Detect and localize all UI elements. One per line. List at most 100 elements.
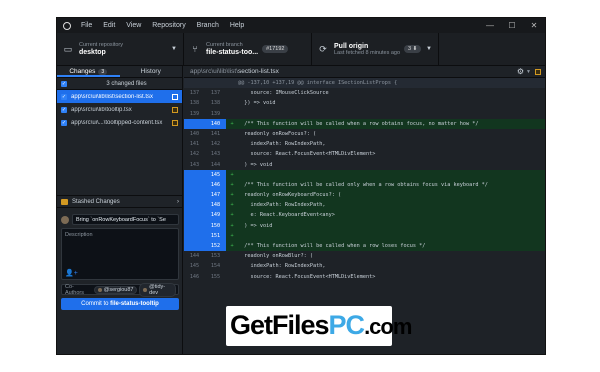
file-list-item[interactable]: ✓ app\src\ui\lib\tooltip.tsx [57,103,182,116]
new-line-number[interactable]: 142 [205,139,226,149]
old-line-number[interactable] [184,169,205,180]
old-line-number[interactable]: 138 [184,98,205,108]
pull-request-badge[interactable]: #17192 [262,45,289,53]
added-marker-icon: + [230,222,234,229]
menu-file[interactable]: File [81,22,92,29]
diff-line[interactable] [184,282,545,292]
file-list-item[interactable]: ✓ app\src\ui\lib\list\section-list.tsx [57,90,182,103]
diff-line[interactable]: 146 155 source: React.FocusEvent<HTMLDivE… [184,272,545,282]
diff-line[interactable]: 143 144 ) => void [184,160,545,170]
new-line-number[interactable] [205,78,226,89]
old-line-number[interactable]: 144 [184,251,205,261]
diff-line[interactable]: 138 138 }) => void [184,98,545,108]
diff-line[interactable]: 141 142 indexPath: RowIndexPath, [184,139,545,149]
diff-line[interactable]: 149 + e: React.KeyboardEvent<any> [184,210,545,221]
maximize-icon[interactable]: ☐ [501,21,523,30]
diff-line[interactable]: 150 + ) => void [184,220,545,231]
file-checkbox[interactable]: ✓ [61,106,67,113]
coauthors-field[interactable]: Co-Authors @sergiou87 @tidy-dev [61,282,179,297]
old-line-number[interactable]: 142 [184,149,205,159]
close-icon[interactable]: ✕ [523,21,545,30]
new-line-number[interactable]: 155 [205,272,226,282]
menu-repository[interactable]: Repository [152,22,185,29]
diff-line[interactable]: 139 139 [184,109,545,119]
new-line-number[interactable]: 143 [205,149,226,159]
commit-description-input[interactable]: Description 👤+ [61,228,179,280]
menu-branch[interactable]: Branch [197,22,219,29]
select-all-checkbox[interactable]: ✓ [61,80,67,87]
old-line-number[interactable] [184,200,205,211]
toolbar: ▭ Current repository desktop ▼ ⑂ Current… [57,33,545,66]
old-line-number[interactable]: 139 [184,109,205,119]
new-line-number[interactable]: 145 [205,169,226,180]
diff-line[interactable]: 137 137 source: IMouseClickSource [184,88,545,98]
diff-line[interactable]: 145 154 indexPath: RowIndexPath, [184,261,545,271]
new-line-number[interactable]: 148 [205,200,226,211]
new-line-number[interactable]: 152 [205,241,226,252]
coauthor-tag[interactable]: @sergiou87 [93,285,138,294]
new-line-number[interactable] [205,282,226,292]
commit-summary-input[interactable]: Bring `onRowKeyboardFocus` to `Se [72,214,179,225]
diff-line[interactable]: 152 + /** This function will be called wh… [184,241,545,252]
diff-line[interactable]: @@ -137,10 +137,19 @@ interface ISection… [184,78,545,89]
diff-line[interactable]: 140 + /** This function will be called wh… [184,118,545,129]
old-line-number[interactable] [184,78,205,89]
old-line-number[interactable] [184,190,205,201]
file-checkbox[interactable]: ✓ [61,119,67,126]
diff-line[interactable]: 146 + /** This function will be called on… [184,179,545,191]
old-line-number[interactable]: 145 [184,261,205,271]
file-list-item[interactable]: ✓ app\src\ui\...\tooltipped-content.tsx [57,116,182,129]
menu-edit[interactable]: Edit [103,22,115,29]
new-line-number[interactable]: 137 [205,88,226,98]
old-line-number[interactable]: 140 [184,129,205,139]
diff-line[interactable]: 147 + readonly onRowKeyboardFocus?: ( [184,190,545,201]
old-line-number[interactable] [184,210,205,221]
new-line-number[interactable]: 141 [205,129,226,139]
tab-changes[interactable]: Changes 3 [57,66,120,77]
chevron-down-icon[interactable]: ▼ [526,69,531,75]
diff-code: source: IMouseClickSource [238,90,329,97]
diff-line[interactable]: 145 + [184,169,545,180]
menu-view[interactable]: View [126,22,141,29]
diff-line[interactable]: 151 + [184,230,545,241]
current-repository-button[interactable]: ▭ Current repository desktop ▼ [57,33,184,65]
minimize-icon[interactable]: — [479,21,501,30]
file-checkbox[interactable]: ✓ [61,93,67,100]
menu-help[interactable]: Help [230,22,244,29]
old-line-number[interactable] [184,282,205,292]
diff-line[interactable]: 144 153 readonly onRowBlur?: ( [184,251,545,261]
gear-icon[interactable]: ⚙ [517,67,524,76]
new-line-number[interactable]: 151 [205,230,226,241]
old-line-number[interactable] [184,118,205,129]
new-line-number[interactable]: 150 [205,220,226,231]
diff-line[interactable]: 140 141 readonly onRowFocus?: ( [184,129,545,139]
old-line-number[interactable]: 143 [184,160,205,170]
chevron-down-icon[interactable]: ▼ [422,46,432,52]
old-line-number[interactable]: 137 [184,88,205,98]
new-line-number[interactable]: 140 [205,118,226,129]
added-marker-icon: + [230,243,234,249]
tab-history[interactable]: History [120,66,183,77]
stashed-changes-button[interactable]: Stashed Changes › [57,195,183,208]
diff-line[interactable]: 142 143 source: React.FocusEvent<HTMLDivE… [184,149,545,159]
new-line-number[interactable]: 139 [205,109,226,119]
pull-origin-button[interactable]: ⟳ Pull origin Last fetched 8 minutes ago… [312,33,439,65]
old-line-number[interactable] [184,230,205,241]
old-line-number[interactable] [184,241,205,252]
new-line-number[interactable]: 149 [205,210,226,221]
new-line-number[interactable]: 138 [205,98,226,108]
new-line-number[interactable]: 147 [205,190,226,201]
old-line-number[interactable]: 146 [184,272,205,282]
old-line-number[interactable]: 141 [184,139,205,149]
commit-button[interactable]: Commit to file-status-tooltip [61,298,179,310]
add-coauthor-icon[interactable]: 👤+ [65,269,78,277]
old-line-number[interactable] [184,179,205,191]
old-line-number[interactable] [184,220,205,231]
new-line-number[interactable]: 153 [205,251,226,261]
new-line-number[interactable]: 146 [205,179,226,191]
current-branch-button[interactable]: ⑂ Current branch file-status-too... #171… [184,33,312,65]
diff-line[interactable]: 148 + indexPath: RowIndexPath, [184,200,545,211]
coauthor-tag[interactable]: @tidy-dev [139,282,176,297]
new-line-number[interactable]: 144 [205,160,226,170]
new-line-number[interactable]: 154 [205,261,226,271]
